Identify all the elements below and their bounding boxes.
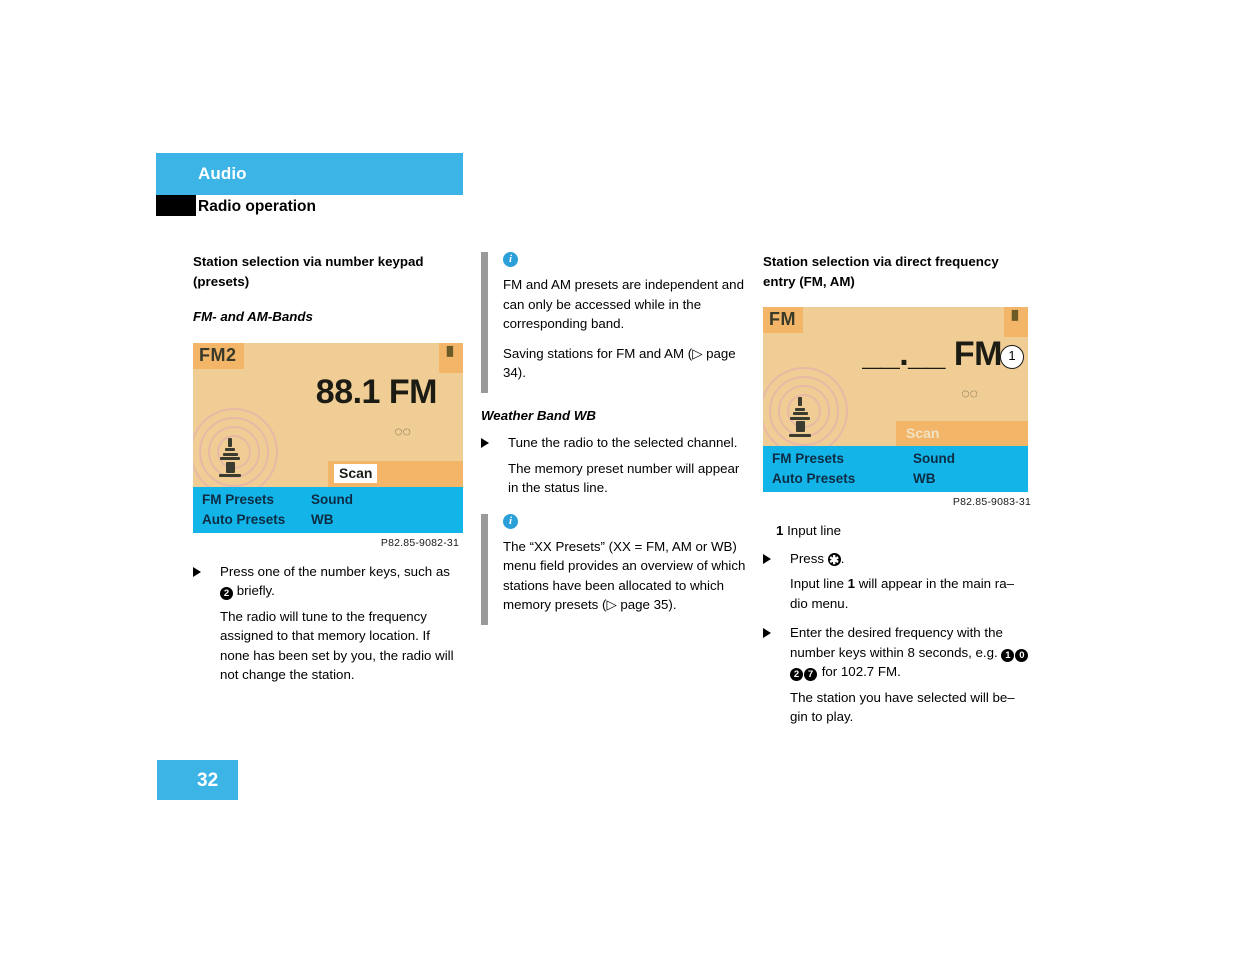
menu-wb[interactable]: WB [311,512,334,527]
legend-label: Input line [787,523,842,538]
number-key-1-icon: 1 [1001,648,1015,662]
page-number-box: 32 [157,760,238,800]
bullet-triangle-icon [481,438,489,448]
callout-marker-1: 1 [1000,345,1024,369]
note-side-bar [481,513,488,625]
star-key-icon: ✱ [827,552,841,567]
subsection-title: Radio operation [198,198,316,215]
menu-sound[interactable]: Sound [913,451,955,466]
legend-number: 1 [776,523,784,538]
menu-auto-presets[interactable]: Auto Presets [202,512,285,527]
info-note-1: i FM and AM presets are independent and … [481,252,751,393]
radio-menu-bar: FM Presets Sound Auto Presets WB [763,446,1028,492]
scan-button[interactable]: Scan [906,425,939,441]
step-text-after: briefly. [236,583,275,598]
input-line-number: 1 [847,576,856,591]
bullet-triangle-icon [763,553,771,564]
signal-indicator-icon: █ [439,342,463,373]
left-heading: Station selection via number keypad (pre… [193,254,424,289]
band-tag: FM [763,307,803,333]
bullet-triangle-icon [193,566,201,577]
radio-display-figure-left: FM2 █ 88.1 FM ◌◌ Scan FM Presets Sound A… [193,342,463,533]
menu-auto-presets[interactable]: Auto Presets [772,471,855,486]
list-item: Press one of the number keys, such as 2 … [193,562,459,601]
info-icon: i [503,252,518,267]
stereo-icon: ◌◌ [961,385,978,401]
note-1-paragraph-2: Saving stations for FM and AM (▷ page 34… [503,345,736,381]
menu-wb[interactable]: WB [913,471,936,486]
list-item: Enter the desired frequency with the num… [763,623,1031,682]
right-paragraph-1: Input line 1 will appear in the main ra–… [790,574,1031,613]
middle-step-text: Tune the radio to the selected channel. [508,435,738,450]
note-side-bar [481,252,488,393]
scan-button[interactable]: Scan [334,463,378,483]
section-header-band: Audio [156,153,463,195]
radio-menu-bar: FM Presets Sound Auto Presets WB [193,486,463,533]
menu-fm-presets[interactable]: FM Presets [202,492,274,507]
middle-column: i FM and AM presets are independent and … [481,252,751,625]
right-paragraph-2: The station you have selected will be–gi… [790,689,1015,725]
frequency-input-line: __.__ FM [862,335,1002,373]
bullet-triangle-icon [763,628,771,638]
section-title: Audio [198,164,247,183]
number-key-7-icon: 7 [804,668,817,681]
note-1-paragraph-1: FM and AM presets are independent and ca… [503,277,744,331]
number-key-2-icon: 2 [790,668,803,681]
right-heading: Station selection via direct frequency e… [763,254,999,289]
radio-tower-icon [193,407,278,497]
press-text: Press [790,550,824,566]
scan-row: Scan [896,421,1028,447]
figure-caption-left: P82.85-9082-31 [380,536,459,549]
input-line-text-a: Input line [790,576,844,591]
enter-freq-text-after: for 102.7 FM. [821,664,901,679]
number-key-2-icon: 2 [220,587,233,600]
figure-legend-1: 1 Input line [763,521,1031,541]
radio-tower-icon [763,366,848,456]
frequency-display: 88.1 FM [315,372,438,411]
middle-paragraph: The memory preset number will appear in … [508,460,740,496]
scan-row: Scan [328,460,463,487]
step-text-before: Press one of the number keys, such as [220,563,450,579]
right-column: Station selection via direct frequency e… [763,252,1031,727]
number-key-0-icon: 0 [1015,648,1029,662]
header-black-marker [156,195,196,216]
list-item: Tune the radio to the selected channel. [481,433,751,453]
info-note-2: i The “XX Presets” (XX = FM, AM or WB) m… [481,513,751,625]
left-subheading: FM- and AM-Bands [193,309,313,324]
stereo-icon: ◌◌ [394,422,411,439]
enter-freq-text: Enter the desired frequency with the num… [790,625,1003,660]
list-item: Press ✱. [763,549,1031,569]
menu-fm-presets[interactable]: FM Presets [772,451,844,466]
band-tag: FM2 [193,342,244,369]
info-icon: i [503,513,518,529]
radio-display-figure-right: FM █ __.__ FM ◌◌ 1 Scan FM Presets Sound… [763,307,1028,492]
middle-subheading: Weather Band WB [481,407,597,423]
note-2-paragraph-1: The “XX Presets” (XX = FM, AM or WB) men… [503,538,746,613]
figure-caption-right: P82.85-9083-31 [952,496,1031,508]
page-number: 32 [197,770,219,791]
left-paragraph: The radio will tune to the frequency ass… [220,608,454,683]
left-column: Station selection via number keypad (pre… [193,252,463,685]
manual-page: Audio Radio operation Station selection … [0,0,1235,954]
signal-indicator-icon: █ [1004,307,1028,337]
press-text-after: . [840,550,845,566]
menu-sound[interactable]: Sound [311,492,353,507]
